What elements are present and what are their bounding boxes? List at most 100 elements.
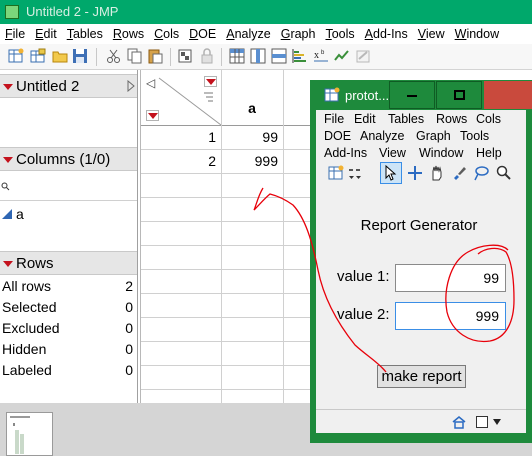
close-button[interactable] [484,81,532,109]
column-menu-icon[interactable] [204,76,217,87]
columns-header[interactable]: Columns (1/0) [0,147,137,171]
disclosure-menu-icon[interactable] [3,157,13,163]
corner-arrow-icon[interactable]: ◁ [146,76,155,90]
arrow-pointer-icon [385,165,397,181]
menu-item[interactable]: Analyze [221,24,275,41]
disclosure-menu-icon[interactable] [3,261,13,267]
popup-menu-item[interactable]: Window [419,146,463,160]
open-folder-icon[interactable] [52,48,68,64]
rows-header[interactable]: Rows [0,251,137,275]
menu-mnemonic: C [154,27,164,41]
row-stat-label: Labeled [2,362,52,378]
popup-menu-item[interactable]: Edit [354,112,376,126]
distribution-icon[interactable] [292,48,308,64]
chevron-down-icon[interactable] [492,418,502,426]
maximize-button[interactable] [436,81,482,109]
make-report-button[interactable]: make report [377,365,466,388]
save-icon[interactable] [72,48,88,64]
row-number[interactable]: 2 [180,153,216,169]
popup-menu-item[interactable]: Graph [416,129,451,143]
rows-icon[interactable] [271,48,287,64]
popup-menu-item[interactable]: Add-Ins [324,146,367,160]
column-list-item-a[interactable]: a [16,206,24,222]
row-number[interactable]: 1 [180,129,216,145]
menu-item[interactable]: File [0,24,30,41]
value2-input[interactable]: 999 [395,302,506,330]
cut-icon[interactable] [106,48,122,64]
popup-menu-item[interactable]: File [324,112,344,126]
menu-item[interactable]: Edit [30,24,62,41]
search-icon[interactable] [1,182,10,191]
row-stat-label: Selected [2,299,57,315]
new-data-table-icon[interactable] [8,48,24,64]
home-icon[interactable] [452,415,466,429]
cell-value[interactable]: 99 [226,129,278,145]
toolbar-separator [96,48,97,66]
disclosure-menu-icon[interactable] [3,84,13,90]
script-icon[interactable] [355,48,371,64]
open-data-table-icon[interactable] [30,48,46,64]
menu-item[interactable]: Tools [320,24,359,41]
column-header-a[interactable]: a [222,100,282,124]
popup-menu-item[interactable]: Cols [476,112,501,126]
lock-icon[interactable] [199,48,215,64]
menu-mnemonic: G [280,27,291,41]
menu-item[interactable]: Cols [149,24,184,41]
menu-label-rest: ables [72,27,103,41]
popup-menu-item[interactable]: Rows [436,112,467,126]
grid-corner[interactable]: ◁ [141,70,222,126]
new-data-table-icon[interactable] [328,165,344,181]
value2-label: value 2: [337,306,390,323]
minimize-button[interactable] [389,81,435,109]
row-stat-value: 0 [125,362,133,378]
copy-icon[interactable] [127,48,143,64]
menu-label-rest: OE [198,27,217,41]
grid-hline [141,317,311,318]
menu-label-rest: ools [331,27,355,41]
hand-icon[interactable] [429,165,445,181]
popup-title-bar[interactable]: protot... [310,80,532,110]
paste-format-icon[interactable] [177,48,193,64]
cell-value[interactable]: 999 [226,153,278,169]
menu-item[interactable]: Tables [62,24,108,41]
collapse-arrow-icon[interactable] [127,80,135,92]
popup-menu-item[interactable]: Analyze [360,129,404,143]
popup-menu-item[interactable]: Tables [388,112,424,126]
paste-icon[interactable] [147,48,163,64]
menu-item[interactable]: Window [450,24,504,41]
distribution-report-thumbnail[interactable] [6,412,53,456]
menu-label-rest: indow [466,27,500,41]
formula-icon[interactable]: xb [313,48,329,64]
menu-item[interactable]: Graph [276,24,321,41]
layout-checkbox[interactable] [476,416,488,428]
value1-input[interactable]: 99 [395,264,506,292]
menu-item[interactable]: Rows [108,24,149,41]
table-name-header[interactable]: Untitled 2 [0,74,137,98]
popup-menu-item[interactable]: Help [476,146,502,160]
lasso-icon[interactable] [473,165,489,181]
columns-search-divider [0,200,137,201]
column-filter-icon[interactable] [204,91,213,103]
panel-splitter[interactable] [137,70,138,403]
menu-item[interactable]: View [413,24,450,41]
popup-menu-item[interactable]: DOE [324,129,351,143]
svg-text:b: b [321,50,325,56]
menu-label-rest: ows [121,27,145,41]
row-menu-icon[interactable] [146,110,159,121]
menu-label-rest: nalyze [234,27,271,41]
brush-icon[interactable] [451,165,467,181]
popup-menu-item[interactable]: View [379,146,406,160]
popup-menu-item[interactable]: Tools [460,129,489,143]
grid-hline [141,197,311,198]
arrow-tool-button[interactable] [380,162,402,184]
minimize-icon [407,95,417,97]
menu-item[interactable]: Add-Ins [360,24,413,41]
menu-label-rest: dit [43,27,57,41]
toolbar-options-icon[interactable] [348,167,362,181]
columns-icon[interactable] [250,48,266,64]
menu-item[interactable]: DOE [184,24,221,41]
magnifier-icon[interactable] [495,165,511,181]
crosshair-icon[interactable] [407,165,423,181]
data-table-icon[interactable] [229,48,245,64]
graph-builder-icon[interactable] [334,48,350,64]
